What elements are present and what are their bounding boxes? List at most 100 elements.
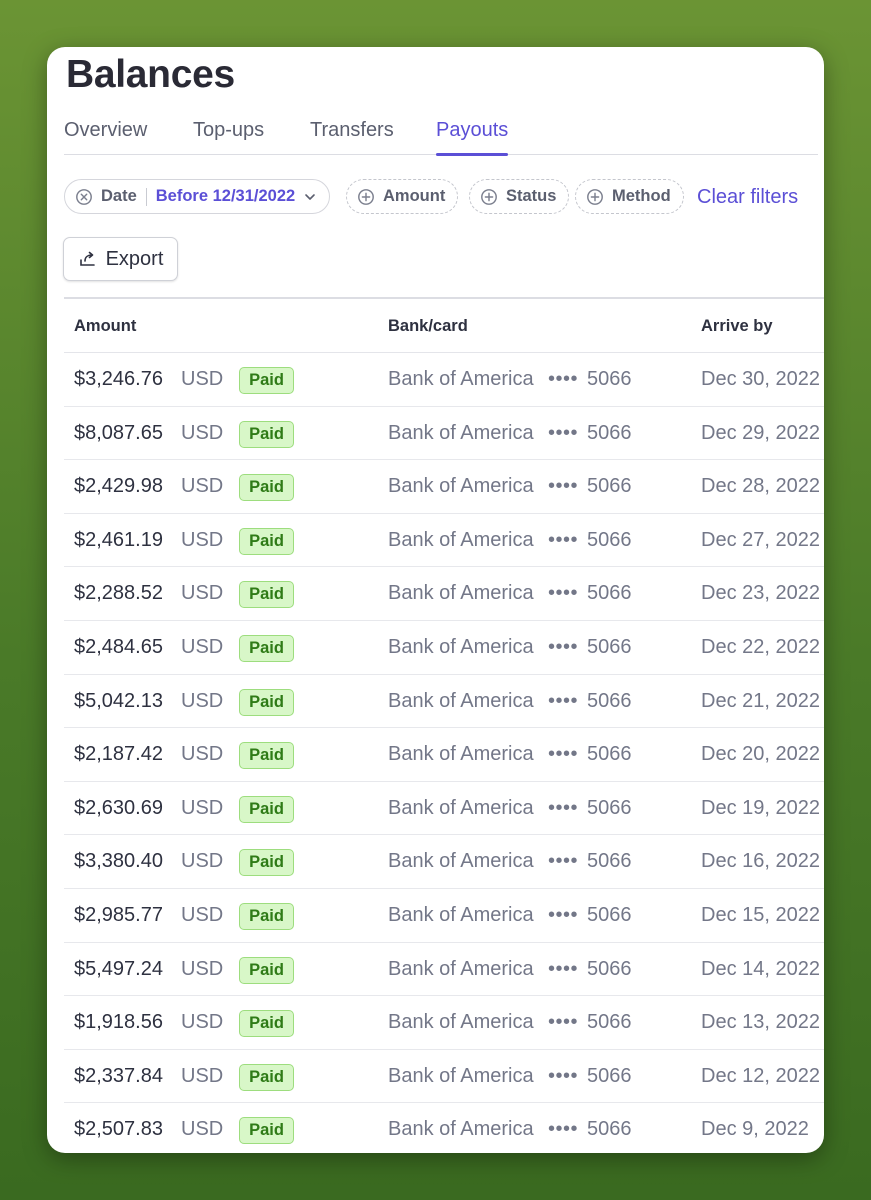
table-row[interactable]: $2,337.84 USD Paid Bank of America •••• … <box>64 1050 824 1104</box>
table-row[interactable]: $2,507.83 USD Paid Bank of America •••• … <box>64 1103 824 1153</box>
status-badge: Paid <box>239 474 294 502</box>
export-label: Export <box>105 247 164 270</box>
page-title: Balances <box>66 53 235 96</box>
payout-amount: $2,484.65 <box>74 635 163 658</box>
payout-amount: $2,187.42 <box>74 743 163 766</box>
date-filter-label: Date <box>101 187 137 205</box>
arrive-by-date: Dec 23, 2022 <box>701 582 820 605</box>
date-filter-chip[interactable]: Date Before 12/31/2022 <box>64 179 331 214</box>
column-header-amount[interactable]: Amount <box>74 317 136 336</box>
bank-name: Bank of America <box>388 421 534 444</box>
table-row[interactable]: $2,429.98 USD Paid Bank of America •••• … <box>64 460 824 514</box>
clear-circle-x-icon[interactable] <box>75 188 93 206</box>
table-row[interactable]: $8,087.65 USD Paid Bank of America •••• … <box>64 407 824 461</box>
chevron-down-icon <box>305 193 316 200</box>
column-header-bank-card[interactable]: Bank/card <box>388 317 468 336</box>
status-badge: Paid <box>239 1117 294 1145</box>
table-row[interactable]: $5,042.13 USD Paid Bank of America •••• … <box>64 675 824 729</box>
status-badge: Paid <box>239 1063 294 1091</box>
status-badge: Paid <box>239 742 294 770</box>
table-row[interactable]: $5,497.24 USD Paid Bank of America •••• … <box>64 943 824 997</box>
table-row[interactable]: $2,187.42 USD Paid Bank of America •••• … <box>64 728 824 782</box>
arrive-by-date: Dec 27, 2022 <box>701 528 820 551</box>
table-row[interactable]: $3,246.76 USD Paid Bank of America •••• … <box>64 353 824 407</box>
bank-name: Bank of America <box>388 903 534 926</box>
status-badge: Paid <box>239 956 294 984</box>
masked-account-dots: •••• <box>548 957 579 980</box>
bank-name: Bank of America <box>388 957 534 980</box>
amount-filter-label: Amount <box>383 187 446 205</box>
payout-amount: $2,630.69 <box>74 796 163 819</box>
status-filter-chip[interactable]: Status <box>469 179 570 214</box>
payout-amount: $3,380.40 <box>74 850 163 873</box>
table-row[interactable]: $1,918.56 USD Paid Bank of America •••• … <box>64 996 824 1050</box>
arrive-by-date: Dec 28, 2022 <box>701 475 820 498</box>
arrive-by-date: Dec 21, 2022 <box>701 689 820 712</box>
payout-currency: USD <box>181 796 224 819</box>
payout-currency: USD <box>181 582 224 605</box>
bank-name: Bank of America <box>388 689 534 712</box>
payout-currency: USD <box>181 475 224 498</box>
status-badge: Paid <box>239 902 294 930</box>
arrive-by-date: Dec 12, 2022 <box>701 1064 820 1087</box>
payout-amount: $2,507.83 <box>74 1118 163 1141</box>
bank-name: Bank of America <box>388 368 534 390</box>
status-badge: Paid <box>239 795 294 823</box>
arrive-by-date: Dec 30, 2022 <box>701 368 820 390</box>
clear-filters-link[interactable]: Clear filters <box>697 186 798 209</box>
payout-currency: USD <box>181 957 224 980</box>
account-last4: 5066 <box>587 1064 632 1087</box>
masked-account-dots: •••• <box>548 421 579 444</box>
masked-account-dots: •••• <box>548 903 579 926</box>
account-last4: 5066 <box>587 1118 632 1141</box>
status-badge: Paid <box>239 581 294 609</box>
bank-name: Bank of America <box>388 850 534 873</box>
tab-overview[interactable]: Overview <box>64 117 147 155</box>
payout-currency: USD <box>181 850 224 873</box>
payout-currency: USD <box>181 421 224 444</box>
filter-bar: Date Before 12/31/2022 Amount Status Met… <box>64 179 824 215</box>
payout-currency: USD <box>181 635 224 658</box>
table-row[interactable]: $2,630.69 USD Paid Bank of America •••• … <box>64 782 824 836</box>
status-badge: Paid <box>239 634 294 662</box>
account-last4: 5066 <box>587 635 632 658</box>
table-row[interactable]: $2,288.52 USD Paid Bank of America •••• … <box>64 567 824 621</box>
masked-account-dots: •••• <box>548 582 579 605</box>
table-row[interactable]: $2,461.19 USD Paid Bank of America •••• … <box>64 514 824 568</box>
account-last4: 5066 <box>587 475 632 498</box>
bank-name: Bank of America <box>388 1118 534 1141</box>
status-badge: Paid <box>239 527 294 555</box>
status-badge: Paid <box>239 367 294 394</box>
amount-filter-chip[interactable]: Amount <box>346 179 459 214</box>
bank-name: Bank of America <box>388 1011 534 1034</box>
payout-amount: $8,087.65 <box>74 421 163 444</box>
bank-name: Bank of America <box>388 528 534 551</box>
account-last4: 5066 <box>587 850 632 873</box>
masked-account-dots: •••• <box>548 1064 579 1087</box>
masked-account-dots: •••• <box>548 689 579 712</box>
table-row[interactable]: $2,985.77 USD Paid Bank of America •••• … <box>64 889 824 943</box>
export-button[interactable]: Export <box>63 237 178 281</box>
payout-amount: $2,429.98 <box>74 475 163 498</box>
payout-amount: $2,985.77 <box>74 903 163 926</box>
bank-name: Bank of America <box>388 635 534 658</box>
masked-account-dots: •••• <box>548 850 579 873</box>
tab-payouts[interactable]: Payouts <box>436 117 509 156</box>
payout-amount: $2,461.19 <box>74 528 163 551</box>
column-header-arrive-by[interactable]: Arrive by <box>701 317 773 336</box>
status-badge: Paid <box>239 420 294 448</box>
method-filter-label: Method <box>612 187 671 205</box>
tab-transfers[interactable]: Transfers <box>310 117 394 155</box>
bank-name: Bank of America <box>388 743 534 766</box>
account-last4: 5066 <box>587 528 632 551</box>
status-filter-label: Status <box>506 187 557 205</box>
tab-top-ups[interactable]: Top-ups <box>193 117 264 155</box>
account-last4: 5066 <box>587 957 632 980</box>
arrive-by-date: Dec 19, 2022 <box>701 796 820 819</box>
plus-circle-icon <box>481 188 497 205</box>
masked-account-dots: •••• <box>548 475 579 498</box>
table-row[interactable]: $3,380.40 USD Paid Bank of America •••• … <box>64 835 824 889</box>
payout-currency: USD <box>181 1011 224 1034</box>
method-filter-chip[interactable]: Method <box>575 179 684 214</box>
table-row[interactable]: $2,484.65 USD Paid Bank of America •••• … <box>64 621 824 675</box>
